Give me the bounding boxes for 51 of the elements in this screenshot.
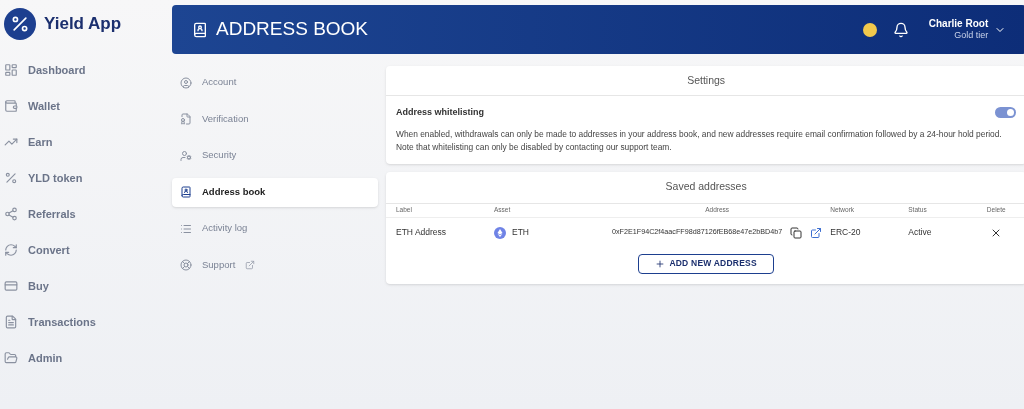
address-book-icon	[180, 186, 192, 198]
table-cell: ETH	[512, 226, 529, 239]
card-title: Saved addresses	[665, 179, 747, 195]
table-cell-text: Active	[908, 226, 933, 239]
list-icon	[180, 222, 192, 235]
plus-icon	[655, 258, 666, 269]
settings-nav-item[interactable]: Activity log	[172, 214, 378, 243]
address-book-icon	[192, 21, 208, 38]
network-icon	[4, 207, 18, 221]
external-link-icon[interactable]	[810, 226, 823, 239]
page-title: ADDRESS BOOK	[216, 17, 369, 42]
user-name: Charlie Root	[928, 17, 989, 31]
sidebar-item[interactable]: Convert	[0, 232, 172, 268]
card-title: Settings	[687, 72, 726, 88]
sidebar-item[interactable]: Buy	[0, 268, 172, 304]
sidebar-item[interactable]: Earn	[0, 124, 172, 160]
user-gear-icon	[180, 149, 192, 162]
notifications-icon[interactable]	[892, 21, 909, 38]
brand-name: Yield App	[44, 13, 122, 36]
copy-icon[interactable]	[790, 226, 803, 239]
card-icon	[4, 279, 18, 293]
add-address-button[interactable]: ADD NEW ADDRESS	[638, 253, 774, 274]
sidebar-item[interactable]: YLD token	[0, 160, 172, 196]
table-cell-text: ETH Address	[396, 226, 448, 239]
settings-nav-item[interactable]: Security	[172, 141, 378, 170]
settings-nav-item[interactable]: Support	[172, 250, 378, 280]
folder-icon	[4, 351, 18, 365]
sidebar-item[interactable]: Referrals	[0, 196, 172, 232]
sidebar-item[interactable]: Wallet	[0, 88, 172, 124]
user-circle-icon	[180, 76, 192, 89]
wallet-icon	[4, 99, 18, 113]
dashboard-icon	[4, 63, 18, 77]
sidebar-item[interactable]: Admin	[0, 340, 172, 376]
document-icon	[180, 113, 192, 125]
arrows-cycle-icon	[4, 243, 18, 257]
ethereum-icon	[494, 226, 506, 239]
sidebar-item[interactable]: Transactions	[0, 304, 172, 340]
percent-icon	[4, 171, 18, 185]
toggle-switch[interactable]	[995, 107, 1017, 119]
setting-label: Address whitelisting	[396, 106, 484, 119]
setting-description: When enabled, withdrawals can only be made to addresses in your address book, and new addresses require email confirmation followed by a 24-hour hold period. Note that whitelisting can only be disabled by contacting our support team.	[396, 127, 1003, 154]
settings-nav-item[interactable]: Account	[172, 68, 378, 97]
logo-icon	[4, 8, 36, 40]
settings-nav-item[interactable]: Verification	[172, 104, 378, 134]
coin-icon	[862, 22, 877, 37]
document-icon	[4, 315, 18, 329]
table-cell-text: ERC-20	[830, 226, 862, 239]
settings-nav-item[interactable]: Address book	[172, 177, 378, 207]
membership-level-text: Gold tier	[954, 30, 989, 42]
sidebar-item[interactable]: Dashboard	[0, 52, 172, 88]
lifebuoy-icon	[180, 259, 192, 271]
